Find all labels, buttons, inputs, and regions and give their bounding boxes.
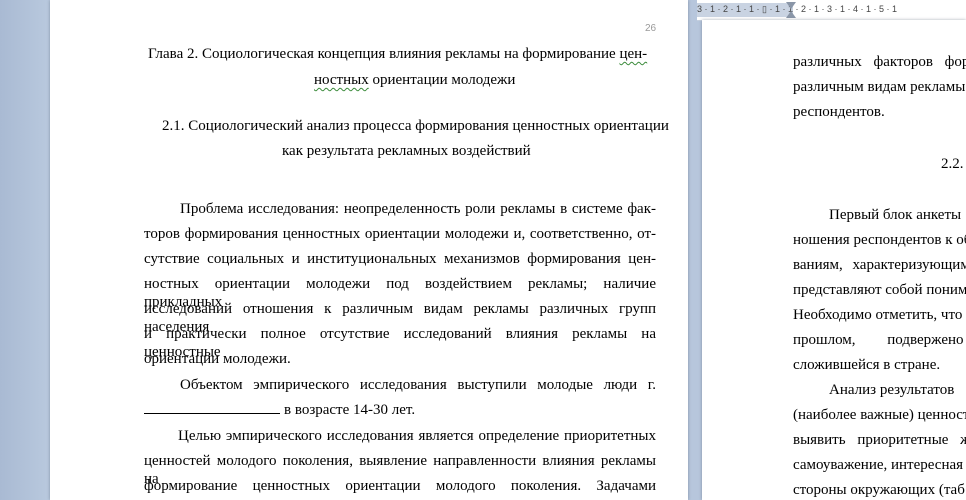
- body-line: формирование ценностных ориентации молод…: [144, 478, 656, 494]
- chapter-title-rest: ориентации молодежи: [368, 72, 516, 88]
- section-title-line-1: 2.1. Социологический анализ процесса фор…: [162, 118, 669, 134]
- right-body-line: сложившейся в стране.: [793, 357, 941, 373]
- right-body-line: стороны окружающих (таб: [793, 482, 965, 498]
- right-body-line: различным видам рекламы: [793, 79, 966, 95]
- right-section-title: 2.2.: [941, 156, 964, 172]
- right-body-line: ваниям, характеризующим: [793, 257, 966, 273]
- body-line: сутствие социальных и институциональных …: [144, 251, 656, 267]
- chapter-title-text: Глава 2. Социологическая концепция влиян…: [148, 46, 620, 62]
- right-body-line: самоуважение, интересная: [793, 457, 964, 473]
- body-line: Целью эмпирического исследования являетс…: [178, 428, 656, 444]
- right-body-line: прошлом, подвержено: [793, 332, 964, 348]
- right-body-line: ношения респондентов к об: [793, 232, 966, 248]
- blank-underline: [144, 401, 280, 414]
- section-title-line-2: как результата рекламных воздействий: [282, 143, 531, 159]
- hanging-indent-marker[interactable]: [786, 11, 796, 18]
- body-line: Объектом эмпирического исследования выст…: [180, 377, 656, 393]
- age-text: в возрасте 14-30 лет.: [284, 402, 416, 418]
- right-body-line: Необходимо отметить, что с: [793, 307, 966, 323]
- right-body-line: различных факторов фор: [793, 54, 966, 70]
- workspace-background: [0, 0, 50, 500]
- horizontal-ruler[interactable]: 3 · 1 · 2 · 1 · 1 · ▯ · 1 · 1 · 2 · 1 · …: [697, 0, 966, 21]
- right-body-line: представляют собой понима: [793, 282, 966, 298]
- body-line-blank: в возрасте 14-30 лет.: [144, 401, 415, 419]
- chapter-title-line-2: ностных ориентации молодежи: [314, 71, 515, 89]
- chapter-title-line-1: Глава 2. Социологическая концепция влиян…: [148, 45, 647, 63]
- body-line: Проблема исследования: неопределенность …: [180, 201, 656, 217]
- first-line-indent-marker[interactable]: [786, 2, 796, 9]
- body-line: ориентации молодежи.: [144, 351, 291, 367]
- right-body-line: Анализ результатов: [829, 382, 955, 398]
- right-body-line: (наиболее важные) ценност: [793, 407, 966, 423]
- right-body-line: Первый блок анкеты: [829, 207, 962, 223]
- right-body-line: респондентов.: [793, 104, 885, 120]
- body-line: торов формирования ценностных ориентации…: [144, 226, 656, 242]
- chapter-title-hyphen-word: цен-: [619, 46, 648, 62]
- ruler-ticks: 3 · 1 · 2 · 1 · 1 · ▯ · 1 · 1 · 2 · 1 · …: [697, 4, 898, 14]
- page-gap: [688, 0, 702, 500]
- right-body-line: выявить приоритетные ж: [793, 432, 966, 448]
- chapter-title-word: ностных: [314, 72, 369, 88]
- page-number: 26: [645, 23, 657, 34]
